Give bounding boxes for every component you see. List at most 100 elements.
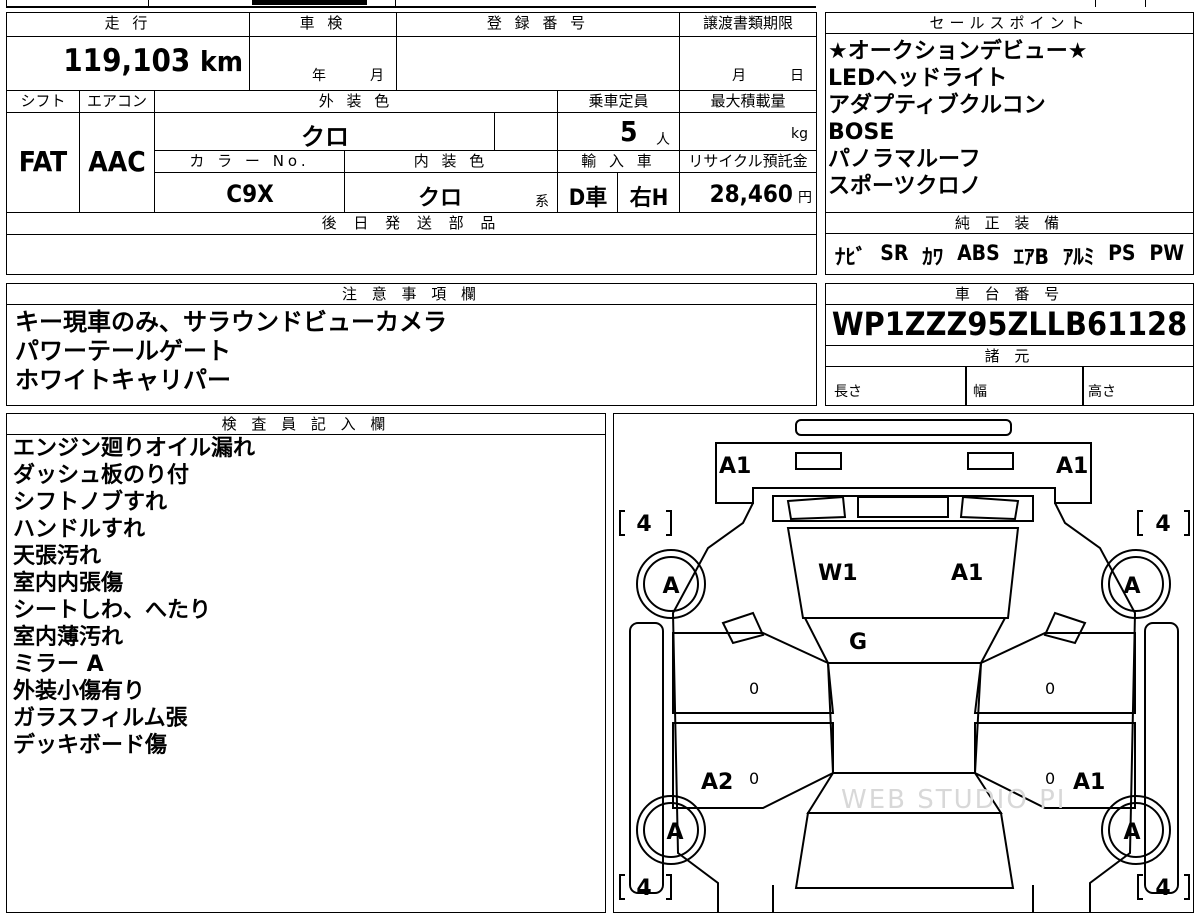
mark-zero: 0 <box>749 769 759 788</box>
inspection-month-label: 月 <box>370 68 384 84</box>
notes-header: 注 意 事 項 欄 <box>7 284 816 305</box>
door-front-right-shape <box>973 631 1136 714</box>
capacity-unit: 人 <box>656 132 670 148</box>
inspector-line: 天張汚れ <box>13 544 102 569</box>
mark-tire-rr: 4 <box>1155 876 1170 901</box>
sales-point-line: LEDヘッドライト <box>828 66 1008 91</box>
exterior-color-extra-cell <box>495 113 558 151</box>
later-parts-cell <box>7 235 816 273</box>
inspection-cell: 年 月 <box>250 37 397 91</box>
handle-cell: 右H <box>618 173 680 213</box>
recycle-fee-cell: 28,460 円 <box>680 173 816 213</box>
mark-hood-right: A1 <box>951 561 983 586</box>
mark-rear-left-door: A2 <box>701 770 733 795</box>
inspector-line: 外装小傷有り <box>13 679 146 704</box>
interior-color-cell: クロ 系 <box>345 173 558 213</box>
max-load-cell: kg <box>680 113 816 151</box>
mark-wheel-fr: A <box>1123 574 1140 599</box>
equipment-item: ｶﾜ <box>922 245 944 269</box>
equipment-item: PW <box>1149 241 1185 265</box>
mark-tire-fr: 4 <box>1155 512 1170 537</box>
aircon-value: AAC <box>88 145 146 178</box>
inspector-line: 室内薄汚れ <box>13 625 124 650</box>
exterior-color-cell: クロ <box>155 113 495 151</box>
door-rear-left-shape <box>671 721 834 809</box>
sales-point-line: アダプティブクルコン <box>828 93 1046 118</box>
height-label: 高さ <box>1088 384 1116 400</box>
length-label: 長さ <box>834 384 862 400</box>
chassis-number: WP1ZZZ95ZLLB61128 <box>831 305 1188 343</box>
mark-front-right: A1 <box>1056 454 1088 479</box>
sales-point-line: スポーツクロノ <box>828 174 982 199</box>
notes-box: 注 意 事 項 欄 キー現車のみ、サラウンドビューカメラ パワーテールゲート ホ… <box>6 283 817 406</box>
notes-line: キー現車のみ、サラウンドビューカメラ <box>15 308 447 336</box>
aircon-cell: AAC <box>80 113 155 213</box>
mark-front-left: A1 <box>719 454 751 479</box>
import-value: D車 <box>568 186 608 211</box>
mark-wheel-fl: A <box>662 574 679 599</box>
capacity-cell: 5 人 <box>558 113 680 151</box>
inspection-header: 車 検 <box>250 13 397 37</box>
mileage-cell: 119,103 km <box>7 37 250 91</box>
inspector-box: 検 査 員 記 入 欄 エンジン廻りオイル漏れ ダッシュ板のり付 シフトノブすれ… <box>6 413 606 913</box>
trunk-shape <box>794 811 1014 889</box>
recycle-fee-value: 28,460 <box>709 180 793 208</box>
headlight-left-shape <box>794 451 842 470</box>
main-grid: 走 行 車 検 登 録 番 号 譲渡書類期限 119,103 km 年 月 月 … <box>6 12 817 275</box>
equipment-item: SR <box>880 241 909 265</box>
mileage-header: 走 行 <box>7 13 250 37</box>
headlight-right-shape <box>966 451 1014 470</box>
registration-cell <box>397 37 680 91</box>
inspector-line: エンジン廻りオイル漏れ <box>13 436 256 461</box>
color-no-cell: C9X <box>155 173 345 213</box>
inspector-line: ミラー A <box>13 652 104 677</box>
mileage-unit: km <box>200 45 243 78</box>
equipment-list: ﾅﾋﾞ SR ｶﾜ ABS ｴｱB ｱﾙﾐ PS PW <box>826 234 1193 271</box>
inspector-line: デッキボード傷 <box>13 733 168 758</box>
color-no-value: C9X <box>226 180 274 208</box>
body-outline-shape <box>671 502 1136 912</box>
front-end-shape <box>714 441 1092 504</box>
notes-line: パワーテールゲート <box>15 337 231 365</box>
interior-color-value: クロ <box>417 186 462 211</box>
handle-value: 右H <box>629 186 669 211</box>
mark-zero: 0 <box>1045 679 1055 698</box>
interior-color-suffix: 系 <box>535 194 549 210</box>
recycle-fee-header: リサイクル預託金 <box>680 151 816 173</box>
exterior-color-header: 外 装 色 <box>155 91 558 113</box>
notes-line: ホワイトキャリパー <box>15 366 231 394</box>
inspector-header: 検 査 員 記 入 欄 <box>7 414 605 435</box>
equipment-header: 純 正 装 備 <box>826 213 1193 234</box>
equipment-item: ABS <box>957 241 1000 265</box>
exterior-color-value: クロ <box>301 123 349 151</box>
max-load-header: 最大積載量 <box>680 91 816 113</box>
sales-point-list: ★オークションデビュー★ LEDヘッドライト アダプティブクルコン BOSE パ… <box>826 34 1193 200</box>
notes-list: キー現車のみ、サラウンドビューカメラ パワーテールゲート ホワイトキャリパー <box>7 305 816 395</box>
equipment-item: ﾅﾋﾞ <box>834 245 867 269</box>
mark-rear-right-door: A1 <box>1073 770 1105 795</box>
registration-header: 登 録 番 号 <box>397 13 680 37</box>
equipment-box: 純 正 装 備 ﾅﾋﾞ SR ｶﾜ ABS ｴｱB ｱﾙﾐ PS PW <box>825 212 1194 275</box>
equipment-item: ｱﾙﾐ <box>1062 245 1095 269</box>
sales-point-header: セールスポイント <box>826 13 1193 34</box>
color-no-header: カ ラ ー No. <box>155 151 345 173</box>
mark-wheel-rr: A <box>1123 820 1140 845</box>
watermark: WEB STUDIO PI <box>841 785 1066 815</box>
mark-wheel-rl: A <box>666 820 683 845</box>
door-front-left-shape <box>671 631 834 714</box>
car-diagram-box: A1 A1 W1 A1 G A2 A1 A A A A 4 4 4 4 0 0 … <box>613 413 1194 913</box>
equipment-item: PS <box>1108 241 1136 265</box>
equipment-item: ｴｱB <box>1013 245 1049 269</box>
sales-point-line: BOSE <box>828 120 895 145</box>
import-cell: D車 <box>558 173 618 213</box>
inspector-line: ダッシュ板のり付 <box>13 463 190 488</box>
roof-shape <box>826 661 982 774</box>
capacity-header: 乗車定員 <box>558 91 680 113</box>
max-load-unit: kg <box>791 126 808 142</box>
car-diagram: A1 A1 W1 A1 G A2 A1 A A A A 4 4 4 4 0 0 … <box>618 418 1190 912</box>
shift-cell: FAT <box>7 113 80 213</box>
mileage-value: 119,103 <box>63 43 191 79</box>
sales-point-box: セールスポイント ★オークションデビュー★ LEDヘッドライト アダプティブクル… <box>825 12 1194 213</box>
aircon-header: エアコン <box>80 91 155 113</box>
shift-header: シフト <box>7 91 80 113</box>
